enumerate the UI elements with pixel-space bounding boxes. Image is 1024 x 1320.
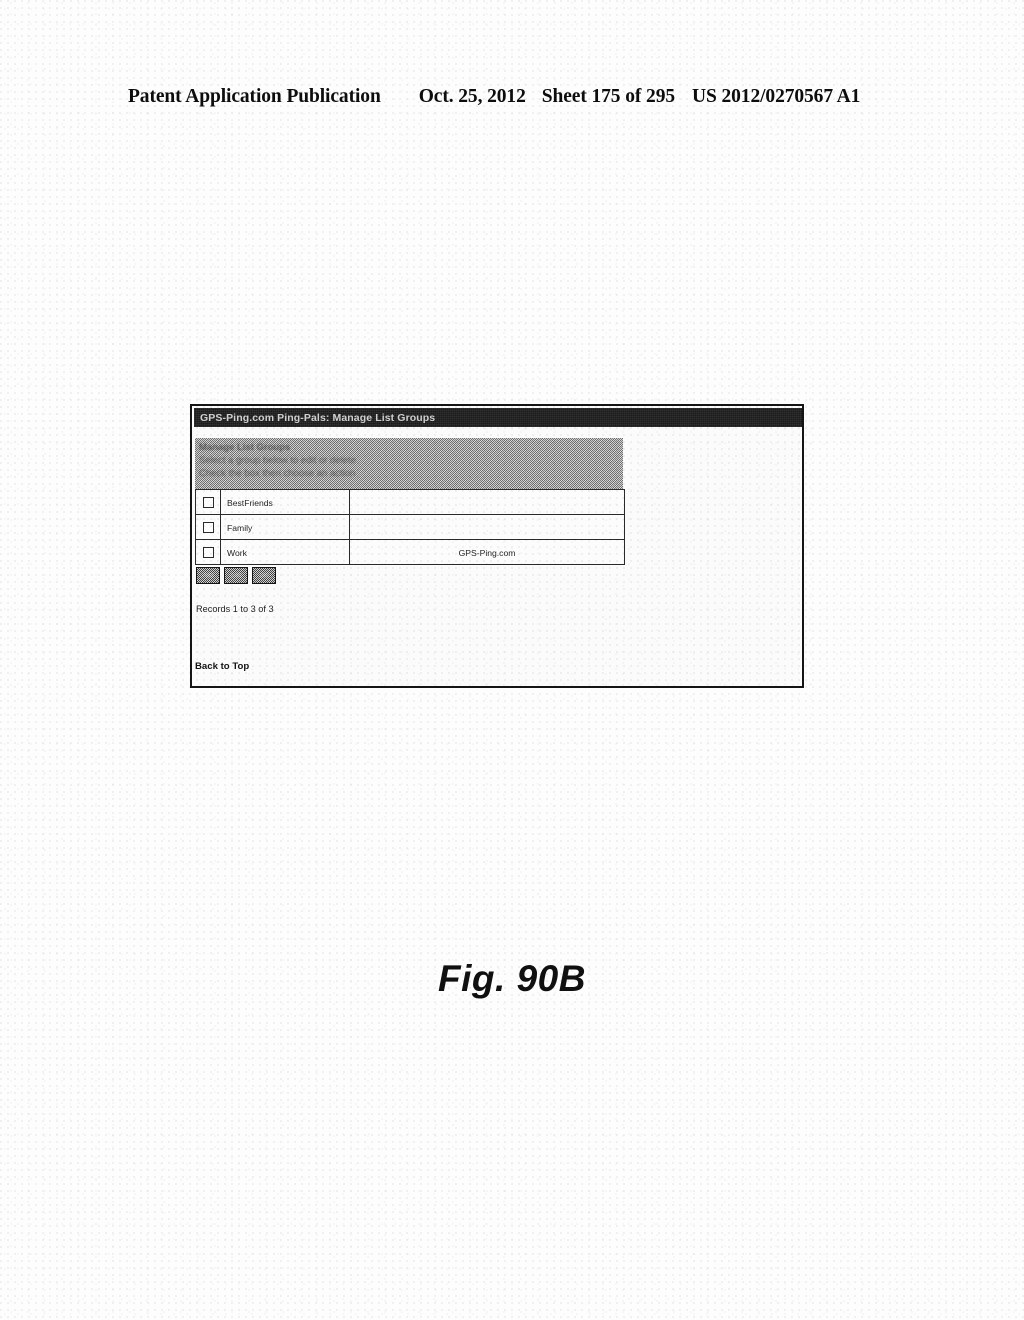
group-name-cell: BestFriends [220,489,350,515]
group-owner-cell [349,489,625,515]
panel-subtext-1: Select a group below to edit or delete [199,455,356,466]
page-header-panel: Manage List Groups Select a group below … [195,438,623,489]
table-row[interactable]: BestFriends [195,489,625,515]
group-owner-cell: GPS-Ping.com [349,539,625,565]
list-groups-table: BestFriends Family Work GPS-Ping.com [195,489,625,565]
publication-date: Oct. 25, 2012 [418,86,526,107]
patent-running-header: Patent Application Publication Oct. 25, … [128,86,896,114]
figure-caption: Fig. 90B [438,958,586,999]
window-title: GPS-Ping.com Ping-Pals: Manage List Grou… [200,411,436,424]
group-owner-cell [349,514,625,540]
app-window: GPS-Ping.com Ping-Pals: Manage List Grou… [190,404,804,688]
group-name-cell: Work [220,539,350,565]
publication-label: Patent Application Publication [128,86,381,107]
edit-button-label: Edit [230,572,242,579]
checkbox-icon[interactable] [202,496,214,508]
edit-button[interactable]: Edit [224,567,248,584]
patent-page: Patent Application Publication Oct. 25, … [0,0,1024,1320]
group-name-label: Work [227,548,247,558]
add-button-label: Add [202,572,214,579]
records-count-label: Records 1 to 3 of 3 [196,604,274,614]
panel-heading: Manage List Groups [199,442,291,453]
row-checkbox-cell[interactable] [195,489,221,515]
checkbox-icon[interactable] [202,546,214,558]
group-name-cell: Family [220,514,350,540]
table-row[interactable]: Family [195,514,625,540]
sheet-number: Sheet 175 of 295 [541,86,675,107]
group-owner-label: GPS-Ping.com [458,548,516,558]
back-to-top-link[interactable]: Back to Top [195,661,249,672]
checkbox-icon[interactable] [202,521,214,533]
group-name-label: BestFriends [227,498,273,508]
delete-button[interactable]: Del [252,567,276,584]
delete-button-label: Del [259,572,269,579]
panel-subtext-2: Check the box then choose an action [199,468,356,479]
add-button[interactable]: Add [196,567,220,584]
action-button-row: Add Edit Del [196,567,276,584]
row-checkbox-cell[interactable] [195,539,221,565]
window-titlebar: GPS-Ping.com Ping-Pals: Manage List Grou… [194,408,802,427]
row-checkbox-cell[interactable] [195,514,221,540]
group-name-label: Family [227,523,253,533]
table-row[interactable]: Work GPS-Ping.com [195,539,625,565]
patent-number: US 2012/0270567 A1 [692,86,861,107]
